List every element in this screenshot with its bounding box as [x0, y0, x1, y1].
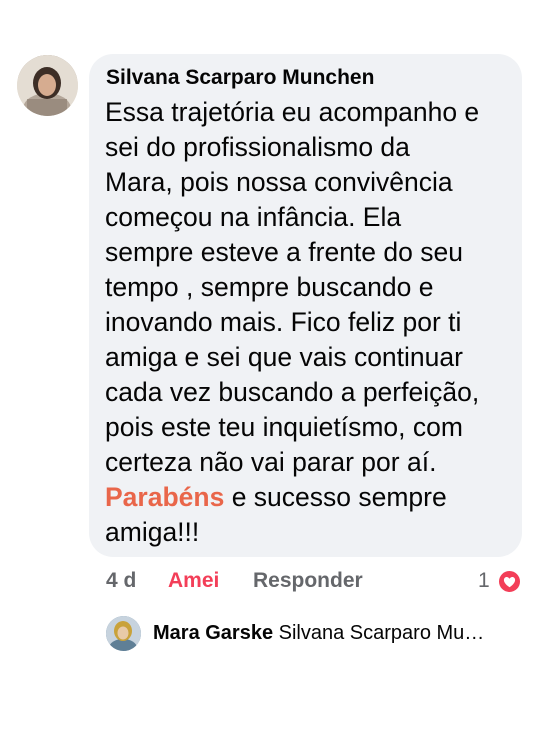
comment-line: começou na infância. Ela: [105, 202, 402, 232]
comment-line-rest: e sucesso sempre: [224, 482, 447, 512]
comment-text: Essa trajetória eu acompanho e sei do pr…: [105, 95, 515, 550]
profile-photo: [17, 55, 78, 116]
comment-actions: 4 d Amei Responder 1: [0, 569, 540, 595]
heart-icon[interactable]: [497, 569, 522, 594]
comment-line: amiga e sei que vais continuar: [105, 342, 463, 372]
avatar[interactable]: [106, 616, 141, 651]
comment-thread: Silvana Scarparo Munchen Essa trajetória…: [0, 0, 540, 737]
comment-line: inovando mais. Fico feliz por ti: [105, 307, 462, 337]
comment-line-hashtag: Parabéns e sucesso sempre: [105, 480, 515, 515]
reaction-count[interactable]: 1: [478, 569, 490, 593]
comment-line: tempo , sempre buscando e: [105, 272, 434, 302]
comment-line: certeza não vai parar por aí.: [105, 447, 437, 477]
reply-text: Mara Garske Silvana Scarparo Mu…: [153, 622, 484, 645]
reply-preview[interactable]: Mara Garske Silvana Scarparo Mu…: [0, 614, 540, 654]
comment-line: sempre esteve a frente do seu: [105, 237, 463, 267]
avatar[interactable]: [17, 55, 78, 116]
like-button[interactable]: Amei: [168, 569, 219, 593]
comment-timestamp[interactable]: 4 d: [106, 569, 136, 593]
comment-line: Essa trajetória eu acompanho e: [105, 97, 480, 127]
comment-line: pois este teu inquietísmo, com: [105, 412, 463, 442]
comment-author[interactable]: Silvana Scarparo Munchen: [106, 66, 374, 90]
comment-line: Mara, pois nossa convivência: [105, 167, 453, 197]
comment-line: sei do profissionalismo da: [105, 132, 410, 162]
reply-profile-photo: [106, 616, 141, 651]
reply-snippet: Silvana Scarparo Mu…: [278, 622, 485, 644]
heart-glyph: [503, 577, 516, 588]
reply-author[interactable]: Mara Garske: [153, 622, 273, 644]
reply-button[interactable]: Responder: [253, 569, 363, 593]
comment-line: cada vez buscando a perfeição,: [105, 377, 480, 407]
hashtag-link[interactable]: Parabéns: [105, 482, 224, 512]
comment-line: amiga!!!: [105, 517, 200, 547]
